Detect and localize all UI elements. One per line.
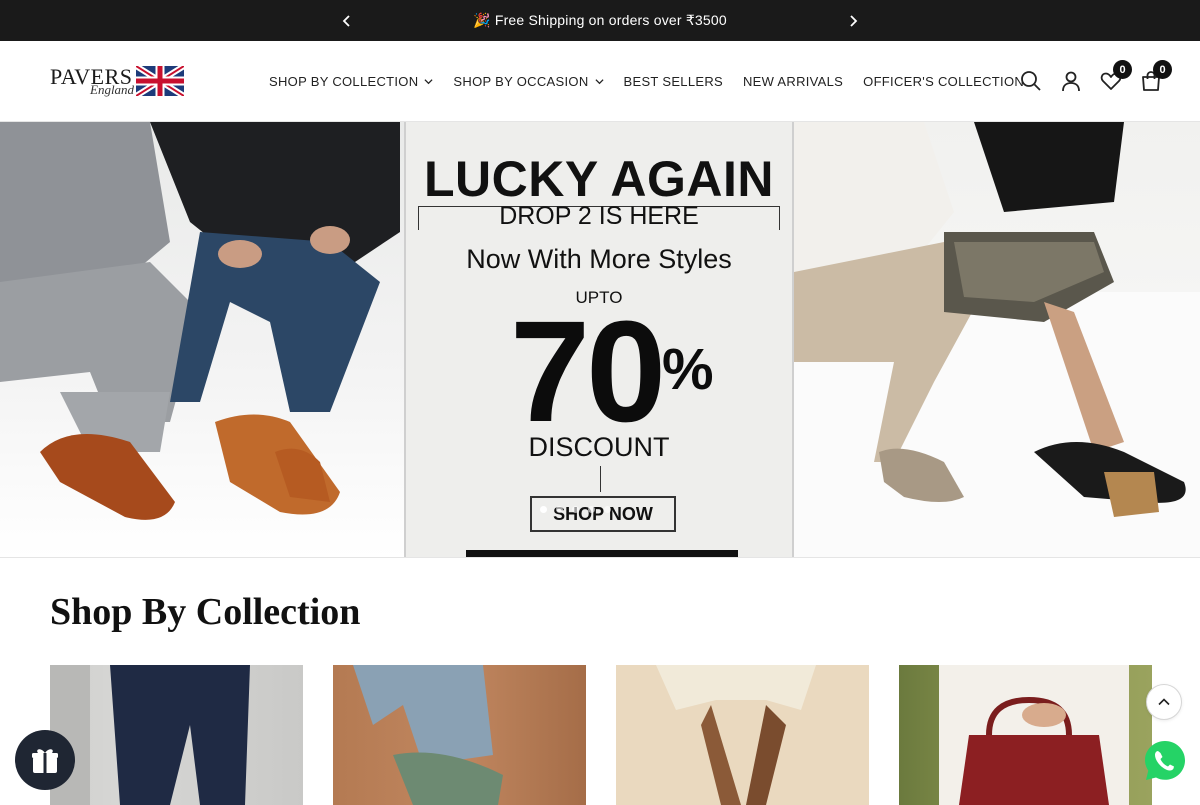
cart-count-badge: 0 (1153, 60, 1172, 79)
hero-image-left (0, 122, 404, 557)
shop-now-button[interactable]: SHOP NOW (530, 496, 676, 532)
collection-image (656, 665, 816, 805)
collection-card[interactable] (50, 665, 303, 805)
collection-card[interactable] (333, 665, 586, 805)
logo-subtext: England (90, 82, 135, 97)
hero-tagline: Now With More Styles (466, 244, 732, 274)
rewards-widget-button[interactable] (15, 730, 75, 790)
hero-image-right (794, 122, 1200, 557)
hero-banner[interactable]: LUCKY AGAIN DROP 2 IS HERE Now With More… (0, 122, 1200, 558)
announcement-next-button[interactable] (838, 0, 868, 41)
collection-image (353, 665, 503, 805)
union-jack-icon (136, 66, 184, 96)
nav-label: OFFICER'S COLLECTION (863, 73, 1025, 89)
user-icon (1062, 71, 1080, 92)
nav-shop-by-occasion[interactable]: SHOP BY OCCASION (453, 73, 604, 89)
site-logo[interactable]: PAVERS England (50, 64, 186, 100)
site-header: PAVERS England SHOP BY COLLECTION SHOP B… (0, 41, 1200, 122)
cart-button[interactable]: 0 (1140, 60, 1172, 92)
men-shoes-illustration (0, 122, 400, 520)
nav-label: SHOP BY OCCASION (453, 73, 589, 89)
section-title: Shop By Collection (50, 591, 361, 633)
gift-icon (32, 749, 58, 773)
collection-image (50, 665, 250, 805)
hero-discount-number: 70 (510, 291, 666, 452)
wishlist-count-badge: 0 (1113, 60, 1132, 79)
collection-cards (50, 665, 1152, 805)
announcement-text: 🎉 Free Shipping on orders over ₹3500 (473, 12, 727, 28)
chevron-right-icon (850, 14, 858, 27)
nav-new-arrivals[interactable]: NEW ARRIVALS (743, 74, 843, 89)
slide-dot[interactable] (540, 506, 547, 513)
announcement-bar: 🎉 Free Shipping on orders over ₹3500 (0, 0, 1200, 41)
chevron-down-icon (424, 78, 433, 84)
nav-officers-collection[interactable]: OFFICER'S COLLECTION (863, 74, 1024, 89)
search-icon (1021, 71, 1041, 91)
slide-dot[interactable] (588, 506, 595, 513)
slide-dot[interactable] (556, 506, 563, 513)
divider-line (600, 466, 601, 492)
whatsapp-icon (1145, 741, 1185, 780)
chevron-down-icon (594, 78, 604, 84)
nav-label: SHOP BY COLLECTION (269, 73, 419, 89)
collection-card[interactable] (899, 665, 1152, 805)
announcement-prev-button[interactable] (332, 0, 362, 41)
hero-subheadline: DROP 2 IS HERE (499, 202, 699, 230)
slide-dot[interactable] (572, 506, 579, 513)
hero-bottom-bar (466, 550, 738, 557)
chevron-up-icon (1158, 698, 1170, 706)
nav-label: BEST SELLERS (623, 73, 723, 89)
hero-slide-indicators (540, 506, 611, 513)
collection-card[interactable] (616, 665, 869, 805)
search-button[interactable] (1020, 70, 1042, 92)
collection-image (939, 665, 1129, 805)
wishlist-button[interactable]: 0 (1100, 60, 1132, 92)
hero-headline: LUCKY AGAIN (424, 151, 774, 207)
account-button[interactable] (1060, 70, 1082, 92)
whatsapp-chat-button[interactable] (1142, 738, 1188, 784)
back-to-top-button[interactable] (1146, 684, 1182, 720)
chevron-left-icon (342, 14, 350, 27)
header-actions: 0 0 (1020, 41, 1172, 121)
hero-percent-sign: % (662, 337, 714, 402)
main-nav: SHOP BY COLLECTION SHOP BY OCCASION BEST… (269, 41, 1024, 121)
women-shoes-illustration (794, 122, 1200, 557)
nav-label: NEW ARRIVALS (742, 73, 844, 89)
nav-best-sellers[interactable]: BEST SELLERS (624, 74, 723, 89)
slide-dot[interactable] (604, 506, 611, 513)
nav-shop-by-collection[interactable]: SHOP BY COLLECTION (269, 74, 433, 89)
hero-promo-panel: LUCKY AGAIN DROP 2 IS HERE Now With More… (404, 122, 794, 557)
hero-discount-label: DISCOUNT (528, 432, 670, 462)
